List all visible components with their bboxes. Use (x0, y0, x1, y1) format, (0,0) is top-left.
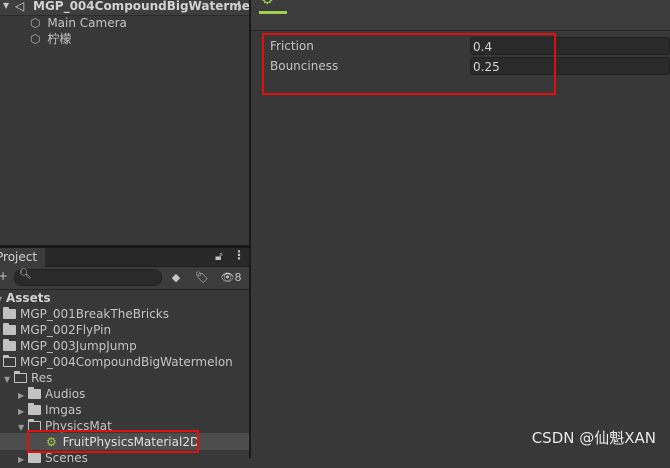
expand-arrow-icon[interactable]: ▼ (4, 372, 14, 388)
unity-scene-icon: ◁ (15, 0, 25, 13)
search-icon: 🔍︎ (19, 269, 32, 280)
inspector-panel: ⚙︎ Friction 0.4 Bounciness 0.25 CSDN @仙魁… (251, 0, 670, 458)
hierarchy-item-label: Main Camera (47, 16, 127, 30)
create-dropdown-icon[interactable]: + (0, 269, 8, 283)
physics-material-icon: ⚙︎ (46, 435, 57, 449)
watermark: CSDN @仙魁XAN (531, 429, 656, 447)
hidden-eye-icon: 👁︎ (220, 271, 235, 284)
folder-label: Imgas (45, 403, 82, 417)
folder-audios[interactable]: ▶ Audios (18, 386, 85, 402)
expand-arrow-icon[interactable]: ▼ (3, 1, 9, 10)
scene-menu-icon[interactable]: ⋮ (233, 0, 245, 13)
project-toolbar: + 🔍︎ ◆ 🏷︎ 👁︎8 (0, 267, 249, 290)
folder-label: MGP_001BreakTheBricks (20, 307, 169, 321)
folder-mgp-001[interactable]: MGP_001BreakTheBricks (3, 306, 169, 322)
folder-res[interactable]: ▼ Res (4, 370, 52, 386)
lock-icon[interactable]: 🔓︎ (215, 249, 223, 264)
hierarchy-item-lemon[interactable]: ⬡ 柠檬 (30, 31, 71, 47)
friction-label: Friction (270, 39, 314, 53)
folder-imgas[interactable]: ▶ Imgas (18, 402, 81, 418)
project-tabbar: Project 🔓︎ ⋮ (0, 248, 249, 267)
open-folder-icon (28, 419, 41, 431)
folder-icon (3, 307, 16, 319)
folder-mgp-004[interactable]: MGP_004CompoundBigWatermelon (3, 354, 233, 370)
folder-label: Res (31, 371, 53, 385)
bounciness-field[interactable]: 0.25 (470, 57, 670, 75)
tab-project[interactable]: Project (0, 248, 46, 267)
folder-icon (28, 387, 41, 399)
folder-label: PhysicsMat (45, 419, 112, 433)
folder-physicsmat[interactable]: ▼ PhysicsMat (18, 418, 112, 434)
project-panel: Project 🔓︎ ⋮ + 🔍︎ ◆ 🏷︎ 👁︎8 ▼Assets MGP_0… (0, 248, 249, 465)
hidden-packages-icon[interactable]: 👁︎8 (218, 269, 244, 286)
folder-label: MGP_004CompoundBigWatermelon (20, 355, 233, 369)
gameobject-icon: ⬡ (30, 32, 41, 46)
hidden-count: 8 (234, 271, 242, 284)
folder-scenes[interactable]: ▶ Scenes (18, 450, 88, 466)
header-underline (259, 11, 287, 14)
folder-label: Scenes (45, 451, 88, 465)
folder-label: MGP_002FlyPin (20, 323, 112, 337)
gameobject-icon: ⬡ (30, 16, 41, 30)
search-by-label-icon[interactable]: 🏷︎ (192, 269, 212, 286)
folder-mgp-003[interactable]: MGP_003JumpJump (3, 338, 137, 354)
folder-icon (28, 451, 41, 463)
scene-name: MGP_004CompoundBigWaterme (33, 0, 250, 13)
asset-fruit-physics-material[interactable]: ⚙︎ FruitPhysicsMaterial2D (46, 434, 199, 450)
folder-icon (3, 339, 16, 351)
friction-field[interactable]: 0.4 (470, 37, 670, 55)
folder-icon (28, 403, 41, 415)
bounciness-label: Bounciness (270, 59, 339, 73)
inspector-header: ⚙︎ (251, 0, 670, 31)
search-input[interactable]: 🔍︎ (14, 269, 162, 286)
assets-root[interactable]: ▼Assets (0, 290, 51, 306)
folder-label: Audios (45, 387, 86, 401)
assets-root-label: Assets (6, 291, 51, 305)
folder-icon (3, 323, 16, 335)
panel-menu-icon[interactable]: ⋮ (233, 248, 245, 262)
collapse-arrow-icon[interactable]: ▶ (18, 452, 28, 468)
hierarchy-item-main-camera[interactable]: ⬡ Main Camera (30, 15, 127, 31)
hierarchy-panel: ▼ ◁ MGP_004CompoundBigWaterme ⋮ ⬡ Main C… (0, 0, 250, 245)
folder-label: MGP_003JumpJump (20, 339, 137, 353)
tab-project-label: Project (0, 250, 38, 264)
open-folder-icon (14, 371, 27, 383)
asset-label: FruitPhysicsMaterial2D (62, 435, 200, 449)
hierarchy-item-label: 柠檬 (47, 32, 72, 46)
search-by-type-icon[interactable]: ◆ (166, 269, 186, 286)
open-folder-icon (3, 355, 16, 367)
scene-header[interactable]: ▼ ◁ MGP_004CompoundBigWaterme ⋮ (0, 0, 250, 16)
physics-material-icon: ⚙︎ (261, 0, 274, 8)
folder-mgp-002[interactable]: MGP_002FlyPin (3, 322, 111, 338)
